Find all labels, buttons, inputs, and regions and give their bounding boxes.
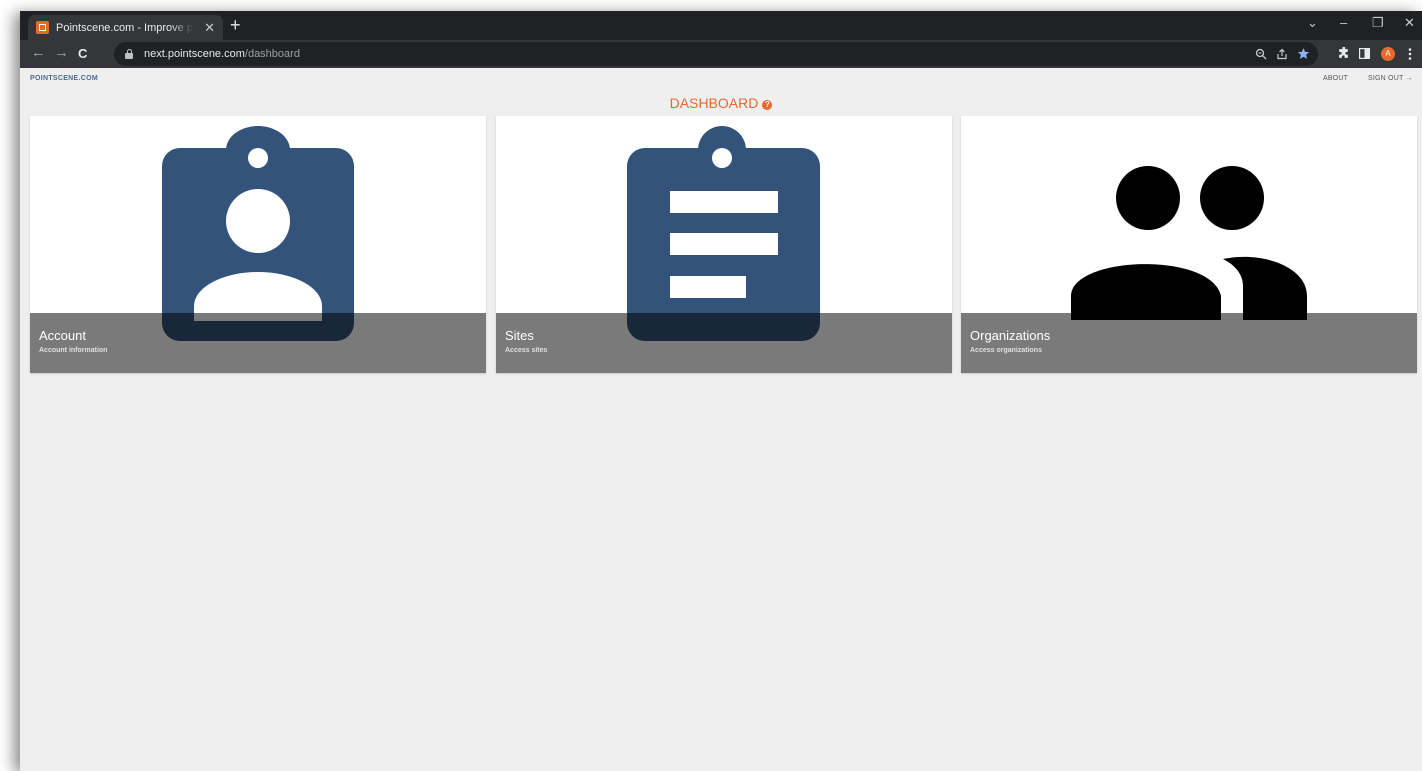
card-subtitle: Access organizations (970, 347, 1042, 354)
card-caption: Account Account information (30, 313, 486, 373)
card-caption: Organizations Access organizations (961, 313, 1417, 373)
address-bar[interactable]: next.pointscene.com/dashboard (114, 42, 1318, 66)
new-tab-button[interactable]: + (230, 16, 241, 34)
browser-toolbar: ← → C next.pointscene.com/dashboard A (20, 40, 1422, 68)
page-content: POINTSCENE.COM ABOUT SIGN OUT → DASHBOAR… (20, 68, 1422, 771)
zoom-icon[interactable] (1255, 48, 1267, 60)
reload-button[interactable]: C (78, 45, 87, 63)
tab-search-icon[interactable]: ⌄ (1307, 15, 1318, 31)
account-card[interactable]: Account Account information (30, 116, 486, 373)
profile-avatar[interactable]: A (1381, 47, 1395, 61)
browser-window: Pointscene.com - Improve planning ✕ + ⌄ … (20, 11, 1422, 771)
extensions-puzzle-icon[interactable] (1337, 47, 1350, 60)
share-icon[interactable] (1276, 48, 1288, 60)
card-title: Sites (505, 328, 534, 343)
url-text[interactable]: next.pointscene.com/dashboard (144, 48, 300, 60)
restore-button[interactable]: ❐ (1372, 15, 1384, 31)
forward-button[interactable]: → (54, 44, 69, 62)
bookmark-star-icon[interactable] (1297, 47, 1310, 60)
lock-icon[interactable] (125, 48, 133, 59)
minimize-button[interactable]: – (1340, 15, 1347, 31)
close-window-button[interactable]: ✕ (1404, 15, 1415, 31)
about-link[interactable]: ABOUT (1323, 75, 1348, 82)
tab-strip: Pointscene.com - Improve planning ✕ + ⌄ … (20, 11, 1422, 40)
sites-card[interactable]: Sites Access sites (496, 116, 952, 373)
card-subtitle: Access sites (505, 347, 548, 354)
url-host: next.pointscene.com (144, 48, 245, 60)
page-title-text: DASHBOARD (669, 95, 759, 111)
card-title: Account (39, 328, 86, 343)
card-subtitle: Account information (39, 347, 108, 354)
more-menu-icon[interactable] (1408, 48, 1412, 60)
tab-title: Pointscene.com - Improve planning (56, 21, 194, 34)
tab-close-icon[interactable]: ✕ (204, 21, 215, 34)
back-button[interactable]: ← (31, 44, 46, 62)
url-path: /dashboard (244, 48, 300, 60)
pointscene-favicon-icon (36, 21, 49, 34)
browser-tab[interactable]: Pointscene.com - Improve planning ✕ (28, 15, 223, 40)
card-caption: Sites Access sites (496, 313, 952, 373)
organizations-card[interactable]: Organizations Access organizations (961, 116, 1417, 373)
sign-out-link[interactable]: SIGN OUT → (1368, 75, 1413, 82)
card-title: Organizations (970, 328, 1051, 343)
page-title: DASHBOARD? (20, 95, 1422, 111)
side-panel-icon[interactable] (1359, 48, 1370, 59)
site-logo[interactable]: POINTSCENE.COM (30, 75, 98, 82)
help-icon[interactable]: ? (762, 100, 773, 110)
